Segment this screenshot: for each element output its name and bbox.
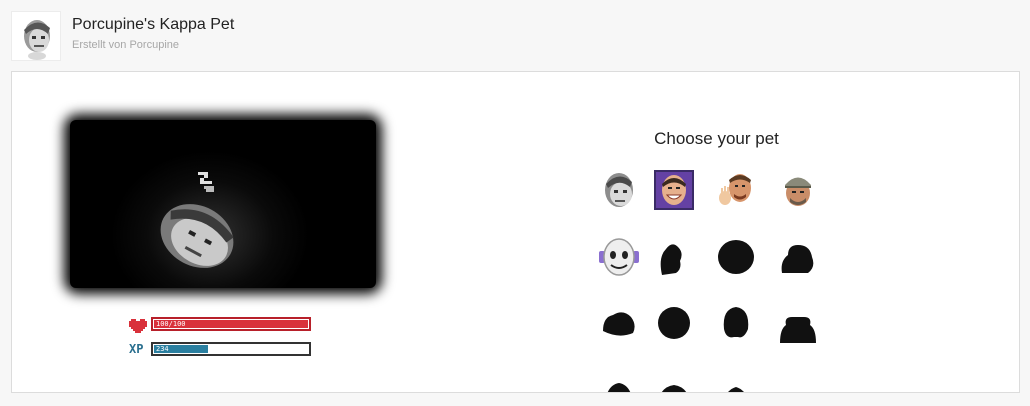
pet-option-locked-7[interactable] [716, 237, 756, 277]
kappa-face-icon [160, 204, 234, 268]
author-credit: Erstellt von Porcupine [72, 39, 179, 51]
locked-silhouette-icon [714, 359, 758, 392]
locked-silhouette-icon [776, 235, 820, 279]
app-header: Porcupine's Kappa Pet Erstellt von Porcu… [0, 0, 1030, 70]
smiling-man-face-icon [658, 172, 690, 208]
locked-silhouette-icon [714, 299, 758, 343]
locked-silhouette-icon [652, 359, 696, 392]
xp-bar: 234 [151, 342, 311, 356]
pet-option-wave[interactable] [716, 170, 756, 210]
pet-option-kappa[interactable] [599, 170, 639, 210]
pet-option-grin[interactable] [654, 170, 694, 210]
kappa-face-icon [11, 11, 61, 61]
pet-option-locked-10[interactable] [654, 301, 694, 341]
page-title: Porcupine's Kappa Pet [72, 16, 235, 33]
pet-option-locked-9[interactable] [599, 301, 639, 341]
pet-option-robot[interactable] [599, 237, 639, 277]
robot-face-icon [597, 235, 641, 279]
kappa-face-icon [601, 170, 637, 210]
health-bar: 100/100 [151, 317, 311, 331]
locked-silhouette-icon [597, 359, 641, 392]
locked-silhouette-icon [652, 299, 696, 343]
cap-man-face-icon [782, 172, 814, 208]
heart-icon [129, 319, 147, 333]
health-value: 100/100 [156, 320, 186, 328]
waving-man-face-icon [716, 170, 756, 210]
pet-option-locked-13[interactable] [597, 359, 641, 392]
locked-silhouette-icon [776, 299, 820, 343]
locked-silhouette-icon [652, 235, 696, 279]
xp-value: 234 [156, 345, 169, 353]
pet-option-locked-11[interactable] [716, 301, 756, 341]
pet-option-cap[interactable] [778, 170, 818, 210]
pet-option-locked-14[interactable] [652, 359, 696, 392]
locked-silhouette-icon [597, 299, 641, 343]
pet-option-locked-15[interactable] [714, 359, 758, 392]
pet-screen[interactable] [64, 114, 382, 294]
choose-pet-heading: Choose your pet [654, 129, 779, 148]
sleeping-zz-icon [198, 172, 214, 192]
pet-option-locked-6[interactable] [654, 237, 694, 277]
xp-label: XP [129, 342, 144, 356]
kappa-pet-panel: 100/100 XP 234 Choose your pet [11, 71, 1020, 393]
locked-silhouette-icon [714, 235, 758, 279]
pet-option-locked-12[interactable] [776, 299, 820, 343]
pet-option-locked-8[interactable] [778, 237, 818, 277]
